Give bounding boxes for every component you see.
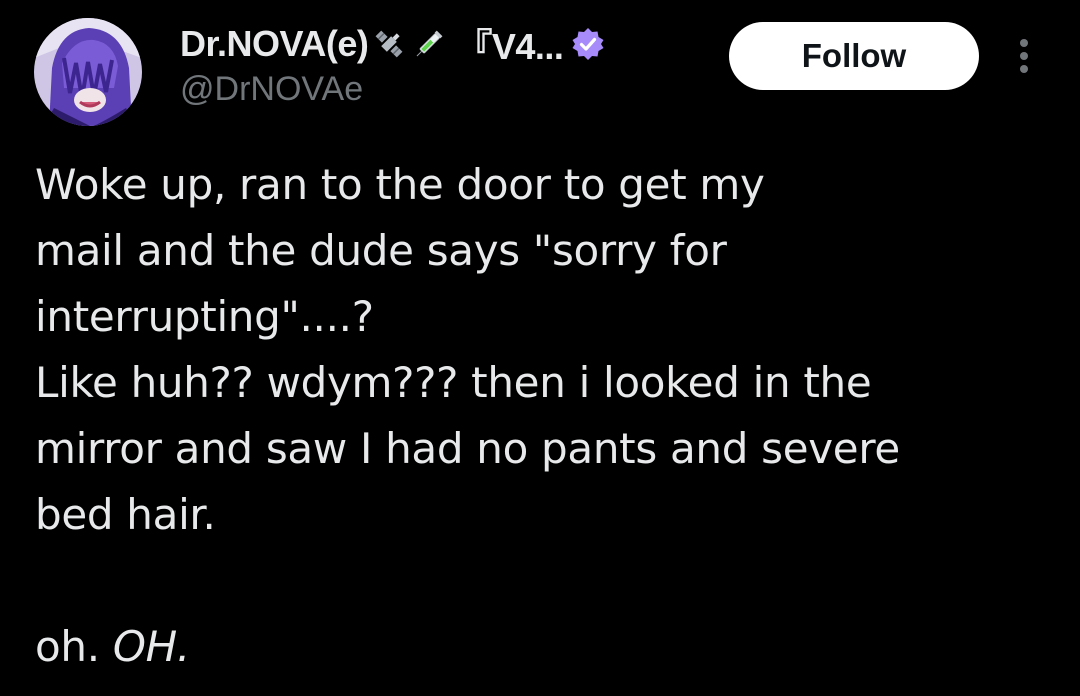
tweet-line: mail and the dude says "sorry for xyxy=(35,226,727,275)
author-display-name[interactable]: Dr.NOVA(e) xyxy=(180,23,369,65)
tweet-line: mirror and saw I had no pants and severe xyxy=(35,424,900,473)
more-vertical-icon xyxy=(1020,39,1028,73)
satellite-emoji-icon xyxy=(370,25,408,63)
tweet-line: Like huh?? wdym??? then i looked in the xyxy=(35,358,872,407)
avatar-image xyxy=(34,18,142,126)
tweet-last-line: oh. OH. xyxy=(35,614,1045,680)
tweet-last-line-emphasis: OH. xyxy=(112,622,190,671)
verified-badge-icon xyxy=(571,27,605,61)
syringe-emoji-icon xyxy=(410,25,448,63)
author-name-suffix: 『V4... xyxy=(456,26,564,67)
avatar[interactable] xyxy=(34,18,142,126)
follow-button[interactable]: Follow xyxy=(729,22,979,90)
tweet-line: interrupting"....? xyxy=(35,292,374,341)
author-handle[interactable]: @DrNOVAe xyxy=(180,70,363,109)
more-options-button[interactable] xyxy=(1006,34,1042,78)
tweet-line: Woke up, ran to the door to get my xyxy=(35,160,765,209)
tweet-last-line-prefix: oh. xyxy=(35,622,113,671)
author-name-row[interactable]: Dr.NOVA(e) 『V4... xyxy=(180,22,605,67)
tweet-text: Woke up, ran to the door to get my mail … xyxy=(35,152,1045,680)
tweet-line: bed hair. xyxy=(35,490,216,539)
